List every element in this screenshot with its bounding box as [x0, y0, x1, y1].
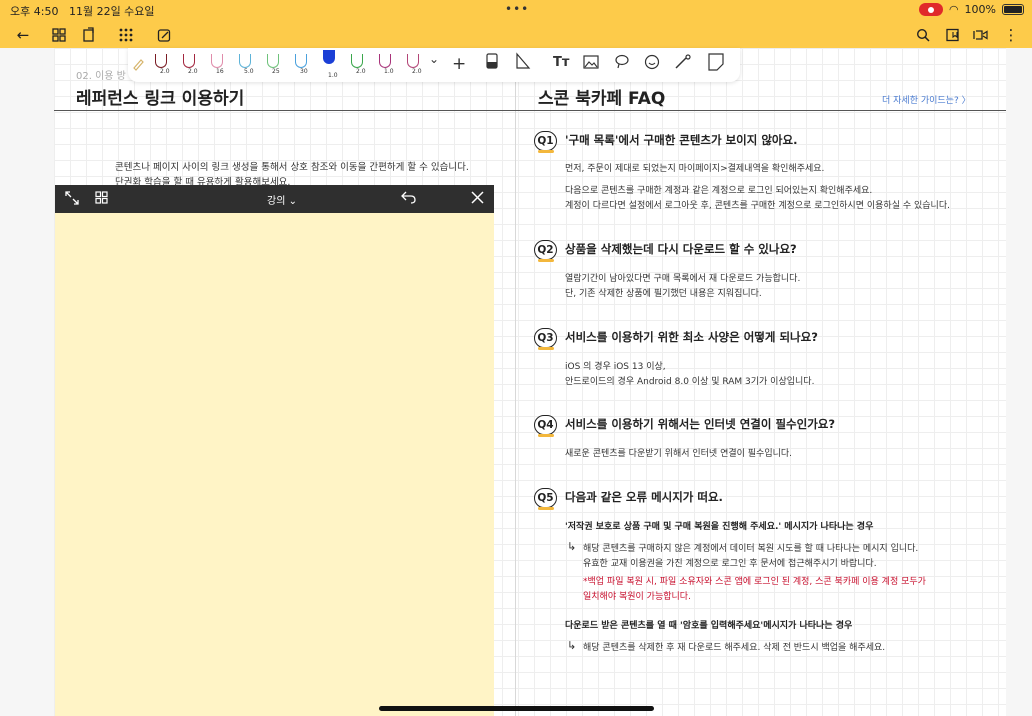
pen-slot[interactable]: 16: [210, 52, 224, 75]
top-toolbar: 오후 4:50 11월 22일 수요일 ••• ◠ 100% ← ⋮: [0, 0, 1032, 48]
screen-record-icon[interactable]: [918, 3, 943, 16]
answer-line: 유효한 교재 이용권을 가진 계정으로 로그인 후 문서에 접근해주시기 바랍니…: [583, 559, 877, 569]
search-icon[interactable]: [912, 24, 934, 46]
back-arrow-icon[interactable]: ←: [12, 24, 34, 46]
q-badge: Q5: [534, 488, 557, 510]
section-breadcrumb: 02. 이용 방: [76, 71, 126, 82]
answer-line: 단, 기존 삭제한 상품에 필기했던 내용은 지워집니다.: [565, 289, 762, 299]
page-rotate-icon[interactable]: [78, 24, 100, 46]
question-text: '구매 목록'에서 구매한 콘텐츠가 보이지 않아요.: [565, 133, 798, 147]
multitasking-dots-icon[interactable]: •••: [505, 2, 529, 16]
pen-slot[interactable]: 30: [294, 52, 308, 75]
home-indicator[interactable]: [379, 706, 654, 711]
apps-grid-icon[interactable]: [115, 24, 137, 46]
answer-line: 안드로이드의 경우 Android 8.0 이상 및 RAM 3기가 이상입니다…: [565, 377, 815, 387]
reply-arrow-icon: ↳: [567, 540, 577, 553]
pen-size-label: 5.0: [244, 68, 254, 75]
q-badge: Q4: [534, 415, 557, 437]
eraser-icon[interactable]: [486, 53, 498, 73]
pen-slot-selected[interactable]: 1.0: [322, 48, 338, 79]
bookmark-list-icon[interactable]: [942, 24, 964, 46]
reply-arrow-icon: ↳: [567, 639, 577, 652]
undo-icon[interactable]: [401, 191, 416, 208]
question-text: 상품을 삭제했는데 다시 다운로드 할 수 있나요?: [565, 242, 797, 256]
memo-grid-icon[interactable]: [95, 191, 108, 208]
sticker-icon[interactable]: [644, 54, 660, 74]
wifi-icon: ◠: [948, 3, 959, 16]
pen-size-label: 2.0: [188, 68, 198, 75]
error-case-heading: 다운로드 받은 콘텐츠를 열 때 '암호를 입력해주세요'메시지가 나타나는 경…: [565, 621, 853, 631]
status-indicators: ◠ 100%: [918, 3, 1024, 16]
question-text: 서비스를 이용하기 위해서는 인터넷 연결이 필수인가요?: [565, 417, 836, 431]
pen-size-label: 30: [300, 68, 308, 75]
pen-slot[interactable]: 2.0: [406, 52, 422, 75]
answer-line: 먼저, 주문이 제대로 되었는지 마이페이지>결제내역을 확인해주세요.: [565, 164, 825, 174]
answer-line: 해당 콘텐츠를 삭제한 후 재 다운로드 해주세요. 삭제 전 반드시 백업을 …: [583, 643, 886, 653]
highlighter-tool-icon[interactable]: [131, 57, 145, 75]
answer-line: 다음으로 콘텐츠를 구매한 계정과 같은 계정으로 로그인 되어있는지 확인해주…: [565, 186, 873, 196]
memo-title-dropdown[interactable]: 강의 ⌄: [267, 192, 297, 207]
text-tool-icon[interactable]: Tт: [553, 55, 569, 70]
memo-titlebar[interactable]: 강의 ⌄: [55, 185, 494, 213]
answer-line: 해당 콘텐츠를 구매하지 않은 계정에서 데이터 복원 시도를 할 때 나타나는…: [583, 544, 919, 554]
sticky-memo-window[interactable]: 강의 ⌄: [55, 185, 494, 716]
answer-line: 열람기간이 남아있다면 구매 목록에서 재 다운로드 가능합니다.: [565, 274, 801, 284]
edit-mode-icon[interactable]: [153, 24, 175, 46]
guide-link[interactable]: 더 자세한 가이드는? 〉: [882, 93, 971, 106]
page-grid-icon[interactable]: [48, 24, 70, 46]
battery-percent: 100%: [964, 3, 996, 16]
pen-slot[interactable]: 2.0: [182, 52, 198, 75]
battery-icon: [1002, 4, 1024, 15]
add-pen-icon[interactable]: +: [452, 54, 466, 74]
warning-line: 일치해야 복원이 가능합니다.: [583, 592, 691, 602]
close-icon[interactable]: [471, 191, 484, 208]
pen-slot[interactable]: 1.0: [378, 52, 394, 75]
pen-size-label: 1.0: [328, 72, 338, 79]
pen-size-label: 2.0: [412, 68, 422, 75]
status-time: 오후 4:50: [10, 5, 59, 18]
laser-pointer-icon[interactable]: [674, 54, 692, 74]
video-record-icon[interactable]: [970, 24, 992, 46]
ruler-icon[interactable]: [515, 52, 531, 74]
pen-extra-icon[interactable]: ⌄: [429, 52, 439, 66]
question-text: 다음과 같은 오류 메시지가 떠요.: [565, 490, 723, 504]
pen-size-label: 2.0: [356, 68, 366, 75]
answer-line: iOS 의 경우 iOS 13 이상,: [565, 362, 666, 372]
pen-size-label: 16: [216, 68, 224, 75]
left-page-title: 레퍼런스 링크 이용하기: [76, 89, 245, 109]
more-menu-icon[interactable]: ⋮: [1000, 24, 1022, 46]
answer-line: 계정이 다르다면 설정에서 로그아웃 후, 콘텐츠를 구매한 계정으로 로그인하…: [565, 201, 950, 211]
status-date: 11월 22일 수요일: [68, 5, 155, 18]
answer-line: 새로운 콘텐츠를 다운받기 위해서 인터넷 연결이 필수입니다.: [565, 449, 793, 459]
pen-size-label: 25: [272, 68, 280, 75]
pen-slot[interactable]: 25: [266, 52, 280, 75]
pen-size-label: 1.0: [384, 68, 394, 75]
pen-slot[interactable]: 5.0: [238, 52, 254, 75]
image-tool-icon[interactable]: [583, 55, 599, 73]
error-case-heading: '저작권 보호로 상품 구매 및 구매 복원을 진행해 주세요.' 메시지가 나…: [565, 522, 874, 532]
q-badge: Q3: [534, 328, 557, 350]
warning-line: *백업 파일 복원 시, 파일 소유자와 스콘 앱에 로그인 된 계정, 스콘 …: [583, 577, 926, 587]
expand-icon[interactable]: [65, 191, 79, 209]
pen-size-label: 2.0: [160, 68, 170, 75]
q-badge: Q2: [534, 240, 557, 262]
page-divider: [515, 48, 516, 716]
q-badge: Q1: [534, 131, 557, 153]
pen-slot[interactable]: 2.0: [154, 52, 170, 75]
title-rule: [54, 110, 1006, 111]
lasso-icon[interactable]: [614, 54, 630, 74]
intro-line: 콘텐츠나 페이지 사이의 링크 생성을 통해서 상호 참조와 이동을 간편하게 …: [115, 162, 469, 173]
right-page-title: 스콘 북카페 FAQ: [538, 89, 666, 109]
pen-toolbar: 2.0 2.0 16 5.0 25 30 1.0 2.0 1.0 2.0 ⌄ +…: [128, 48, 740, 82]
question-text: 서비스를 이용하기 위한 최소 사양은 어떻게 되나요?: [565, 330, 818, 344]
pen-slot[interactable]: 2.0: [350, 52, 366, 75]
memo-note-icon[interactable]: [708, 53, 724, 75]
status-datetime: 오후 4:50 11월 22일 수요일: [10, 3, 155, 19]
